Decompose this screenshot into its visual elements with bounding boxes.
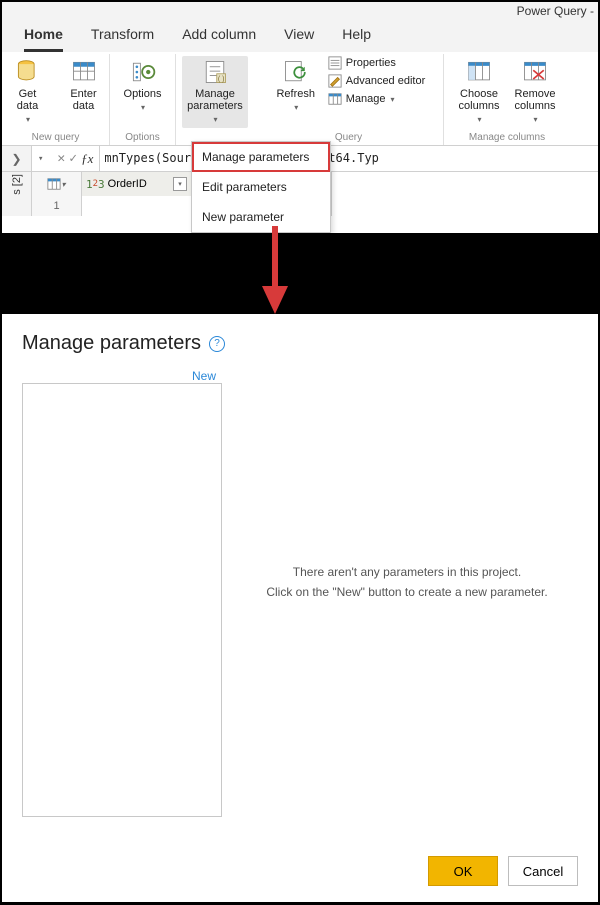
row-number: 1 xyxy=(32,196,82,216)
dialog-body: There aren't any parameters in this proj… xyxy=(22,383,578,842)
empty-state-line1: There aren't any parameters in this proj… xyxy=(293,563,521,582)
column-header-orderid-label: OrderID xyxy=(108,178,147,190)
queries-pane-toggle[interactable]: ❯ xyxy=(2,146,32,171)
chevron-down-icon: ▾ xyxy=(26,114,30,126)
get-data-button[interactable]: Get data ▾ xyxy=(4,56,52,126)
advanced-editor-icon xyxy=(328,74,342,88)
options-icon xyxy=(129,58,157,86)
query-mini-buttons: Properties Advanced editor Manage ▾ xyxy=(328,56,426,106)
empty-state-message: There aren't any parameters in this proj… xyxy=(236,383,578,842)
menu-item-edit-parameters[interactable]: Edit parameters xyxy=(192,172,330,202)
choose-columns-button[interactable]: Choose columns ▾ xyxy=(455,56,503,126)
number-type-icon: 123 xyxy=(86,178,105,191)
column-header-orderid[interactable]: 123 OrderID ▾ xyxy=(82,172,192,196)
menu-item-manage-parameters[interactable]: Manage parameters xyxy=(192,142,330,172)
group-options: Options ▾ Options xyxy=(110,54,176,145)
new-parameter-link[interactable]: New xyxy=(22,369,222,383)
group-new-query-label: New query xyxy=(8,132,103,143)
advanced-editor-label: Advanced editor xyxy=(346,75,426,87)
database-icon xyxy=(14,58,42,86)
remove-columns-button[interactable]: Remove columns ▾ xyxy=(511,56,559,126)
manage-parameters-menu: Manage parameters Edit parameters New pa… xyxy=(191,141,331,233)
table-corner-icon[interactable] xyxy=(47,177,61,191)
manage-parameters-button[interactable]: ( ) Manage parameters ▾ xyxy=(182,56,248,128)
properties-label: Properties xyxy=(346,57,396,69)
chevron-down-icon: ▾ xyxy=(477,114,481,126)
cell-orderid[interactable] xyxy=(82,196,192,216)
tab-view[interactable]: View xyxy=(284,26,314,52)
formula-controls: ▾ ✕ ✓ ƒx xyxy=(32,146,100,171)
tab-transform[interactable]: Transform xyxy=(91,26,154,52)
options-label: Options xyxy=(124,88,162,100)
help-icon[interactable]: ? xyxy=(209,336,225,352)
manage-icon xyxy=(328,92,342,106)
dialog-title: Manage parameters xyxy=(22,332,201,355)
table-icon xyxy=(70,58,98,86)
group-manage-columns: Choose columns ▾ Remove columns ▾ Manage c… xyxy=(444,54,570,145)
chevron-down-icon[interactable]: ▾ xyxy=(38,154,43,164)
options-button[interactable]: Options ▾ xyxy=(119,56,167,114)
choose-columns-icon xyxy=(465,58,493,86)
arrow-annotation xyxy=(260,226,290,316)
choose-columns-label: Choose columns xyxy=(459,88,500,112)
chevron-down-icon: ▾ xyxy=(213,114,217,126)
refresh-button[interactable]: Refresh ▾ xyxy=(272,56,320,114)
queries-side-pane-label: s [2] xyxy=(11,174,23,195)
refresh-icon xyxy=(282,58,310,86)
group-query: Refresh ▾ Properties Advanced editor Mana… xyxy=(254,54,444,145)
manage-button[interactable]: Manage ▾ xyxy=(328,92,426,106)
chevron-down-icon: ▾ xyxy=(294,102,298,114)
chevron-down-icon: ▾ xyxy=(533,114,537,126)
remove-columns-icon xyxy=(521,58,549,86)
power-query-window: Power Query - Home Transform Add column … xyxy=(2,2,598,233)
svg-text:( ): ( ) xyxy=(218,76,225,83)
row-number-header: ▾ xyxy=(32,172,82,196)
tab-add-column[interactable]: Add column xyxy=(182,26,256,52)
group-parameters: ( ) Manage parameters ▾ xyxy=(176,54,254,145)
manage-parameters-label: Manage parameters xyxy=(187,88,243,112)
empty-state-line2: Click on the "New" button to create a ne… xyxy=(266,583,547,602)
parameters-icon: ( ) xyxy=(201,58,229,86)
ribbon: Get data ▾ Enter data New query Options ▾ … xyxy=(2,52,598,146)
properties-icon xyxy=(328,56,342,70)
get-data-label: Get data xyxy=(17,88,38,112)
cancel-button[interactable]: Cancel xyxy=(508,856,578,886)
fx-icon[interactable]: ƒx xyxy=(81,151,93,167)
group-options-label: Options xyxy=(116,132,169,143)
ribbon-tabs: Home Transform Add column View Help xyxy=(2,20,598,52)
enter-data-button[interactable]: Enter data xyxy=(60,56,108,112)
queries-side-pane-cont xyxy=(2,196,32,216)
group-new-query: Get data ▾ Enter data New query xyxy=(2,54,110,145)
advanced-editor-button[interactable]: Advanced editor xyxy=(328,74,426,88)
new-link-row: New xyxy=(22,369,578,383)
ok-button[interactable]: OK xyxy=(428,856,498,886)
dialog-title-row: Manage parameters ? xyxy=(22,332,578,355)
manage-parameters-dialog: Manage parameters ? New There aren't any… xyxy=(2,314,598,902)
column-filter-icon[interactable]: ▾ xyxy=(173,177,187,191)
refresh-label: Refresh xyxy=(276,88,315,100)
dialog-buttons: OK Cancel xyxy=(22,856,578,886)
window-title: Power Query - xyxy=(2,2,598,20)
cancel-formula-icon[interactable]: ✕ xyxy=(57,151,65,166)
group-manage-columns-label: Manage columns xyxy=(450,132,564,143)
manage-label: Manage xyxy=(346,93,386,105)
chevron-down-icon: ▾ xyxy=(141,102,145,114)
commit-formula-icon[interactable]: ✓ xyxy=(69,151,77,166)
remove-columns-label: Remove columns xyxy=(515,88,556,112)
formula-input[interactable]: mnTypes(Source, {{"OrderID", Int64.Typ xyxy=(100,146,598,171)
enter-data-label: Enter data xyxy=(70,88,96,112)
chevron-down-icon: ▾ xyxy=(391,95,395,104)
tab-home[interactable]: Home xyxy=(24,26,63,52)
tab-help[interactable]: Help xyxy=(342,26,371,52)
parameters-listbox[interactable] xyxy=(22,383,222,817)
queries-side-pane[interactable]: s [2] xyxy=(2,172,32,196)
properties-button[interactable]: Properties xyxy=(328,56,426,70)
